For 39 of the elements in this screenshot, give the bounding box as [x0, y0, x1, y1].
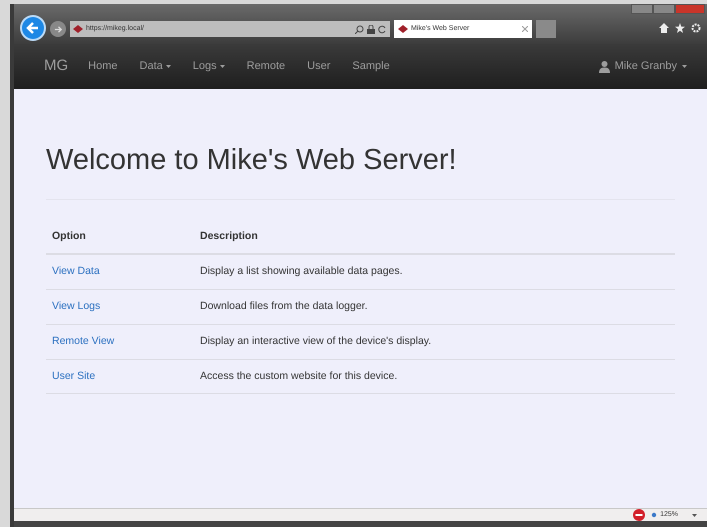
column-header: Option [46, 220, 194, 254]
back-button[interactable] [20, 15, 46, 41]
caret-icon [220, 65, 225, 68]
nav-link[interactable]: Data [140, 58, 171, 75]
description-cell: Download files from the data logger. [194, 290, 675, 324]
settings-icon[interactable] [691, 23, 701, 33]
caret-icon[interactable] [692, 514, 697, 516]
refresh-icon [378, 24, 387, 34]
description-cell: Display an interactive view of the device's display. [194, 324, 675, 359]
arrow-icon [54, 24, 62, 34]
lock-icon [367, 24, 375, 34]
nav-link[interactable]: User [307, 58, 330, 75]
person-icon [598, 60, 610, 72]
star-icon[interactable] [675, 23, 685, 33]
description-cell: Access the custom website for this device. [194, 359, 675, 394]
page-heading: Welcome to Mike's Web Server! [46, 139, 675, 200]
zoom-icon [651, 512, 658, 518]
forward-button[interactable] [50, 21, 66, 37]
close-icon[interactable] [522, 26, 528, 32]
nav-link[interactable]: Sample [352, 58, 390, 75]
user-menu[interactable]: Mike Granby [598, 58, 687, 75]
search-icon [355, 24, 364, 34]
site-icon [73, 25, 83, 33]
option-link[interactable]: View Data [52, 265, 100, 278]
option-link[interactable]: View Logs [52, 300, 100, 312]
stop-sign-icon [633, 509, 646, 521]
arrow-icon [26, 21, 40, 35]
brand-link[interactable]: MG [44, 55, 68, 78]
nav-link[interactable]: Remote [246, 58, 286, 75]
site-icon [398, 25, 408, 33]
option-link[interactable]: User Site [52, 370, 96, 382]
nav-link[interactable]: Home [88, 58, 118, 75]
option-link[interactable]: Remote View [52, 334, 114, 347]
description-cell: Display a list showing available data pages. [194, 254, 675, 290]
caret-icon [682, 65, 687, 68]
home-icon[interactable] [659, 23, 669, 33]
caret-icon [166, 65, 171, 68]
column-header: Description [194, 220, 675, 254]
nav-link[interactable]: Logs [192, 58, 225, 75]
